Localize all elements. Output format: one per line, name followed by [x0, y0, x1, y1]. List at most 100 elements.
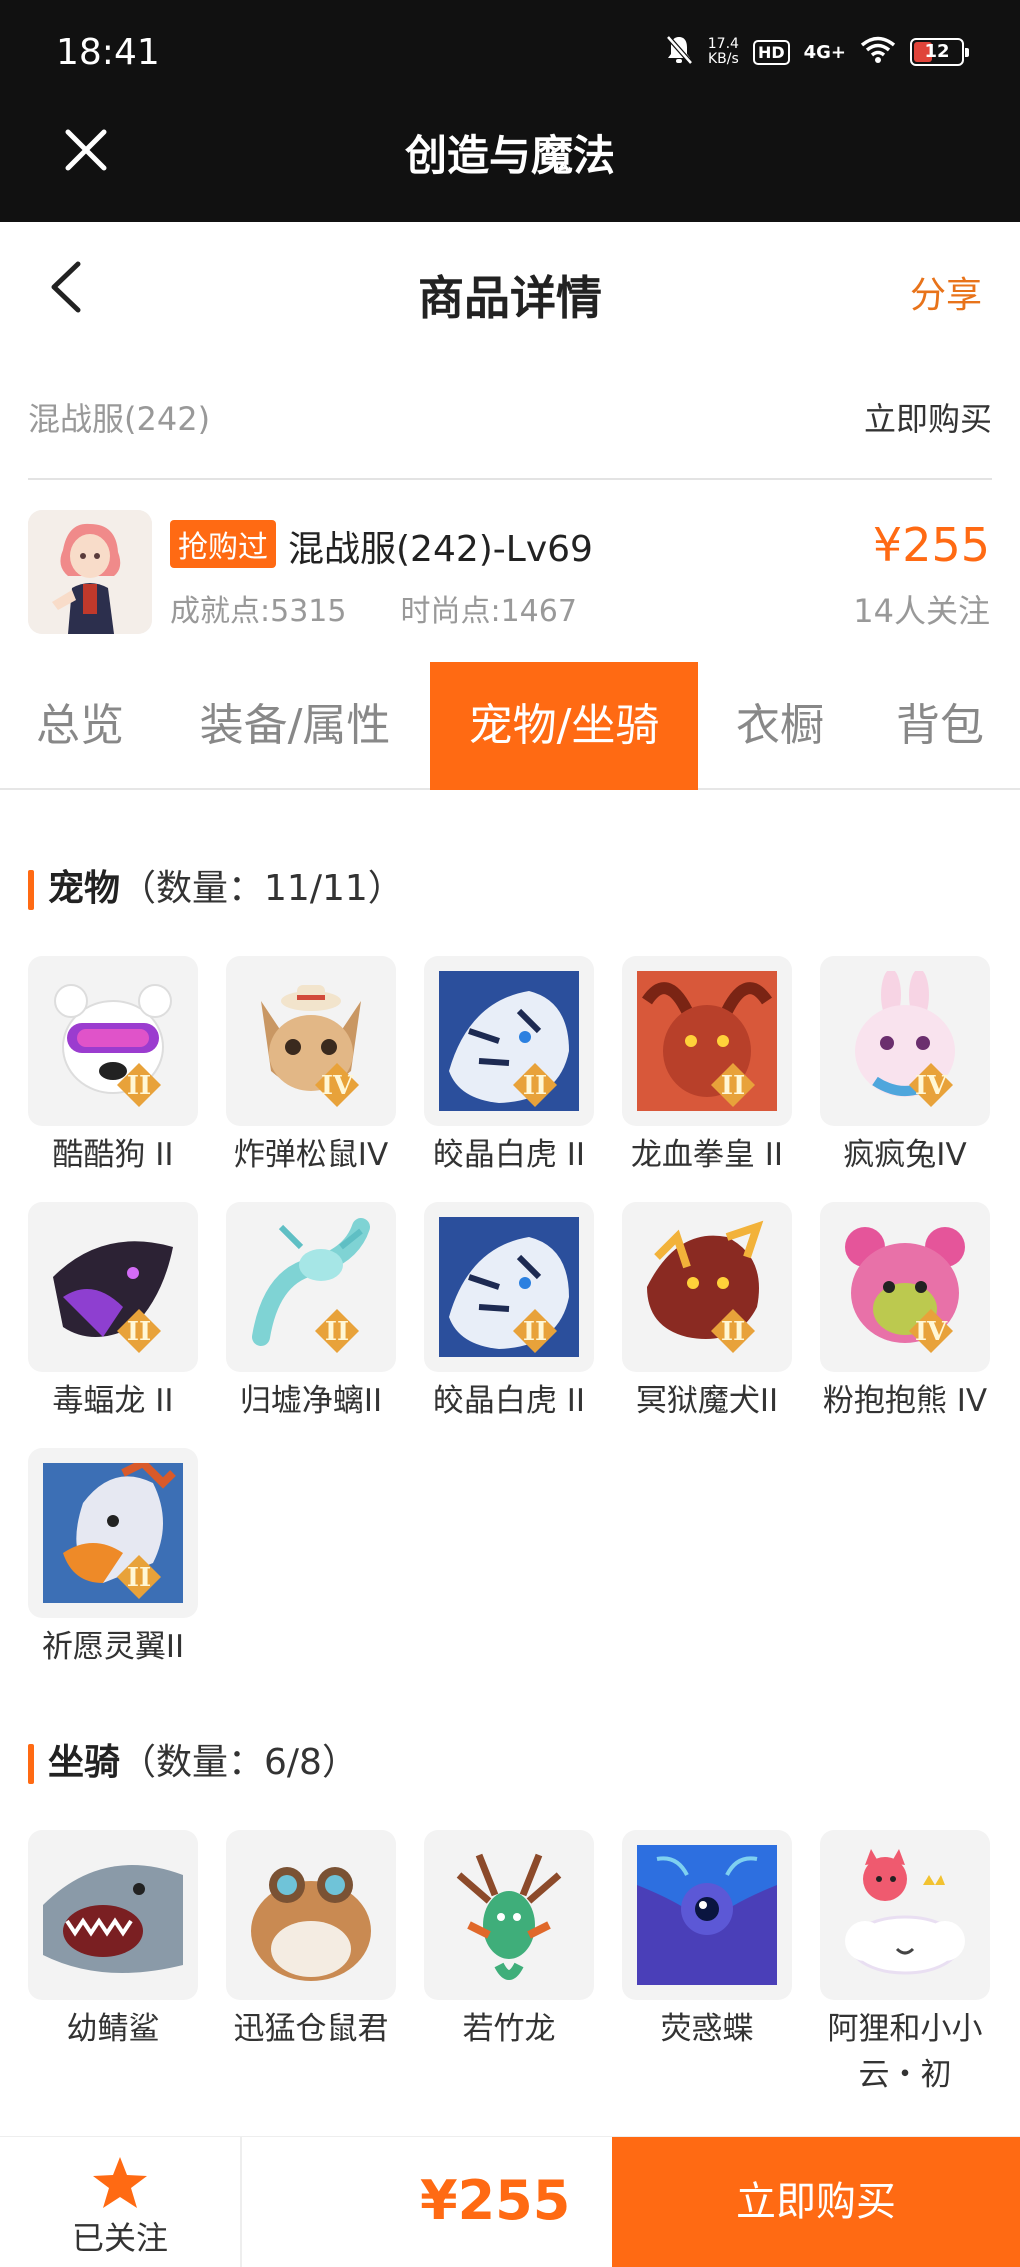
- mounts-count: （数量：6/8）: [120, 1742, 358, 1783]
- mount-name: 幼鲭鲨: [66, 2011, 160, 2047]
- grade-badge: II: [127, 1071, 151, 1101]
- pet-image: II: [226, 1202, 396, 1372]
- product-price: ¥255: [872, 518, 990, 572]
- pet-image: II: [622, 956, 792, 1126]
- pet-name: 酷酷狗 II: [52, 1137, 174, 1173]
- pet-item[interactable]: II 龙血拳皇 II: [622, 956, 792, 1178]
- pets-title: 宠物: [48, 868, 121, 909]
- pet-image: II: [622, 1202, 792, 1372]
- mount-item[interactable]: 若竹龙: [424, 1830, 594, 2052]
- pet-name: 皎晶白虎 II: [432, 1383, 586, 1419]
- mount-name: 阿狸和小小 云・初: [820, 2006, 990, 2098]
- product-card[interactable]: 抢购过 混战服(242)-Lv69 成就点:5315 时尚点:1467 ¥255 …: [0, 500, 1020, 636]
- pet-name: 祈愿灵翼II: [41, 1629, 185, 1665]
- pet-image: II: [424, 1202, 594, 1372]
- tab-bar: 总览 装备/属性 宠物/坐骑 衣橱 背包: [0, 662, 1020, 790]
- pet-image: II: [28, 1202, 198, 1372]
- grade-badge: II: [523, 1071, 547, 1101]
- tab-backpack[interactable]: 背包: [860, 662, 1020, 790]
- server-name: 混战服(242): [28, 400, 211, 438]
- status-time: 18:41: [56, 32, 160, 73]
- pet-image: II: [424, 956, 594, 1126]
- follow-label: 已关注: [71, 2219, 168, 2257]
- mount-image: [820, 1830, 990, 2000]
- buy-button[interactable]: 立即购买: [612, 2137, 1020, 2267]
- mount-image: [424, 1830, 594, 2000]
- star-icon: [93, 2157, 147, 2208]
- battery-level: 12: [924, 41, 950, 62]
- battery-icon: 12: [910, 38, 969, 66]
- follower-count: 14人关注: [853, 592, 990, 630]
- pet-image: IV: [820, 1202, 990, 1372]
- page-header: 商品详情 分享: [0, 222, 1020, 352]
- mount-image: [622, 1830, 792, 2000]
- sold-out-tag: 抢购过: [170, 520, 276, 568]
- status-bar: 18:41 17.4 KB/s HD 4G+ 12: [0, 0, 1020, 100]
- grade-badge: IV: [915, 1071, 948, 1101]
- pet-item[interactable]: II 毒蝠龙 II: [28, 1202, 198, 1424]
- pet-item[interactable]: II 祈愿灵翼II: [28, 1448, 198, 1670]
- mount-name-line1: 阿狸和小小: [827, 2011, 983, 2047]
- net-speed-unit: KB/s: [707, 51, 739, 67]
- pet-item[interactable]: II 皎晶白虎 II: [424, 1202, 594, 1424]
- share-button[interactable]: 分享: [910, 266, 982, 318]
- bottom-bar: 已关注 ¥255 立即购买: [0, 2136, 1020, 2267]
- status-icons: 17.4 KB/s HD 4G+ 12: [664, 34, 969, 70]
- pet-name: 粉抱抱熊 IV: [822, 1383, 988, 1419]
- grade-badge: IV: [321, 1071, 354, 1101]
- server-row: 混战服(242) 立即购买: [28, 380, 992, 480]
- net-speed: 17.4 KB/s: [708, 37, 739, 67]
- app-title: 创造与魔法: [404, 131, 615, 180]
- tab-pets-mounts[interactable]: 宠物/坐骑: [430, 662, 698, 790]
- mute-bell-icon: [664, 34, 694, 70]
- wifi-icon: [860, 36, 896, 68]
- product-meta: 成就点:5315 时尚点:1467: [170, 586, 577, 630]
- grade-badge: II: [523, 1317, 547, 1347]
- net-speed-value: 17.4: [707, 36, 739, 52]
- pet-image: IV: [226, 956, 396, 1126]
- achievement-points: 成就点:5315: [170, 594, 347, 629]
- mount-image: [28, 1830, 198, 2000]
- fashion-points: 时尚点:1467: [400, 594, 577, 629]
- mount-name-line2: 云・初: [858, 2057, 952, 2093]
- pet-name: 归墟净螭II: [239, 1383, 383, 1419]
- follow-button[interactable]: 已关注: [0, 2137, 242, 2267]
- pet-item[interactable]: II 皎晶白虎 II: [424, 956, 594, 1178]
- grade-badge: IV: [915, 1317, 948, 1347]
- tab-wardrobe[interactable]: 衣橱: [700, 662, 860, 790]
- mount-item[interactable]: 迅猛仓鼠君: [226, 1830, 396, 2052]
- pet-item[interactable]: IV 炸弹松鼠IV: [226, 956, 396, 1178]
- pet-image: II: [28, 1448, 198, 1618]
- pet-name: 毒蝠龙 II: [52, 1383, 174, 1419]
- pet-image: II: [28, 956, 198, 1126]
- pet-name: 疯疯兔IV: [843, 1137, 967, 1173]
- pet-item[interactable]: II 归墟净螭II: [226, 1202, 396, 1424]
- mount-name: 若竹龙: [462, 2011, 556, 2047]
- pet-item[interactable]: II 冥狱魔犬II: [622, 1202, 792, 1424]
- pet-item[interactable]: II 酷酷狗 II: [28, 956, 198, 1178]
- mounts-section-title: 坐骑（数量：6/8）: [28, 1740, 358, 1786]
- signal-label: 4G+: [803, 41, 846, 63]
- pet-name: 龙血拳皇 II: [630, 1137, 784, 1173]
- pet-name: 炸弹松鼠IV: [233, 1137, 389, 1173]
- pet-item[interactable]: IV 疯疯兔IV: [820, 956, 990, 1178]
- buy-now-link[interactable]: 立即购买: [864, 394, 992, 440]
- pet-image: IV: [820, 956, 990, 1126]
- pet-item[interactable]: IV 粉抱抱熊 IV: [820, 1202, 990, 1424]
- product-name: 混战服(242)-Lv69: [288, 529, 593, 570]
- bottom-price: ¥255: [420, 2169, 571, 2232]
- mount-item[interactable]: 阿狸和小小 云・初: [820, 1830, 990, 2098]
- mount-item[interactable]: 幼鲭鲨: [28, 1830, 198, 2052]
- grade-badge: II: [127, 1317, 151, 1347]
- pets-section-title: 宠物（数量：11/11）: [28, 866, 404, 912]
- app-bar: 创造与魔法: [0, 100, 1020, 222]
- grade-badge: II: [721, 1317, 745, 1347]
- page-title: 商品详情: [418, 271, 602, 325]
- pets-count: （数量：11/11）: [120, 868, 404, 909]
- mount-item[interactable]: 荧惑蝶: [622, 1830, 792, 2052]
- mount-name: 荧惑蝶: [660, 2011, 754, 2047]
- tab-overview[interactable]: 总览: [0, 662, 160, 790]
- pet-name: 冥狱魔犬II: [635, 1383, 779, 1419]
- hd-badge: HD: [752, 39, 790, 65]
- tab-equipment[interactable]: 装备/属性: [170, 662, 420, 790]
